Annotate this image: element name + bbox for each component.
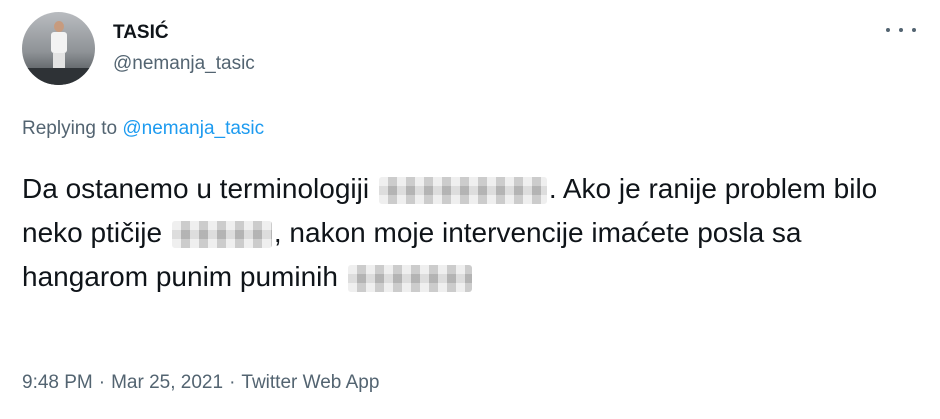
tweet-text: Da ostanemo u terminologiji . Ako je ran… [22,167,922,299]
tweet-date[interactable]: Mar 25, 2021 [111,372,223,393]
tweet-text-segment: Da ostanemo u terminologiji [22,173,370,204]
more-horizontal-icon [912,28,916,32]
more-horizontal-icon [899,28,903,32]
tweet-time[interactable]: 9:48 PM [22,372,93,393]
tweet-metadata: 9:48 PM · Mar 25, 2021 · Twitter Web App [22,372,379,394]
meta-separator: · [229,372,236,393]
author-block: TASIĆ @nemanja_tasic [113,22,255,76]
avatar-figure [50,21,68,75]
replying-to-line: Replying to @nemanja_tasic [22,118,264,140]
blurred-word [171,221,272,249]
more-options-button[interactable] [886,20,916,40]
more-horizontal-icon [886,28,890,32]
user-handle[interactable]: @nemanja_tasic [113,52,255,76]
blurred-word [378,177,547,205]
avatar-floor [22,68,95,85]
display-name[interactable]: TASIĆ [113,22,255,44]
blurred-word [347,265,472,293]
tweet-source[interactable]: Twitter Web App [241,372,379,393]
reply-mention-link[interactable]: @nemanja_tasic [122,118,264,139]
meta-separator: · [98,372,106,393]
replying-to-label: Replying to [22,118,118,139]
avatar[interactable] [22,12,95,85]
